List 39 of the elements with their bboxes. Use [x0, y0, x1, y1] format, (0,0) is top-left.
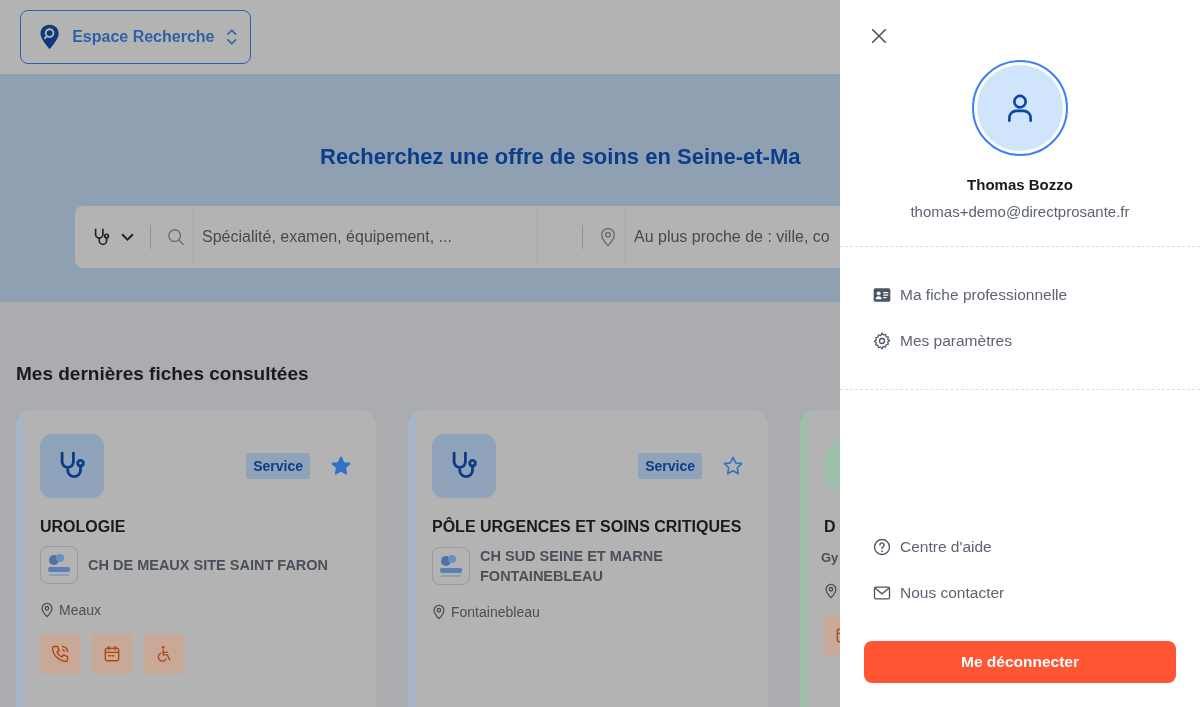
location-pin-icon	[824, 583, 838, 599]
stethoscope-icon	[40, 434, 104, 498]
menu-item[interactable]: Mes paramètres	[872, 331, 1012, 351]
id-card-icon	[872, 285, 892, 305]
location-pin-icon	[599, 227, 617, 247]
logout-button[interactable]: Me déconnecter	[864, 641, 1176, 683]
star-filled-icon[interactable]	[330, 455, 352, 477]
result-card[interactable]: Service PÔLE URGENCES ET SOINS CRITIQUES CH SUD SEINE ET MARNE FONTAINEBLEAU Fontainebleau	[408, 410, 768, 707]
search-icon	[167, 228, 185, 246]
search-bar[interactable]: Spécialité, examen, équipement, ... Au plus proche de : ville, co	[75, 206, 840, 268]
user-name: Thomas Bozzo	[967, 176, 1073, 193]
location-text: Fontainebleau	[451, 604, 540, 620]
card-subtitle: Gy	[821, 550, 840, 565]
category-badge: Service	[246, 453, 310, 479]
section-title: Mes dernières fiches consultées	[16, 362, 310, 386]
user-email: thomas+demo@directprosante.fr	[910, 203, 1130, 220]
facility-name: CH SUD SEINE ET MARNE FONTAINEBLEAU	[480, 547, 664, 586]
banner-title: Recherchez une offre de soins en Seine-et-Ma	[320, 143, 802, 171]
chevron-down-icon	[121, 232, 134, 242]
card-title: UROLOGIE	[40, 518, 127, 536]
category-badge: Service	[638, 453, 702, 479]
menu-item[interactable]: Ma fiche professionnelle	[872, 285, 1068, 305]
facility-name: CH DE MEAUX SITE SAINT FARON	[88, 556, 330, 575]
location-pin-icon	[40, 602, 54, 618]
location-text: Meaux	[59, 602, 102, 618]
card-title: D	[824, 518, 837, 536]
map-pin-search-icon	[39, 24, 61, 50]
stethoscope-icon	[432, 434, 496, 498]
star-outline-icon[interactable]	[722, 455, 744, 477]
menu-item[interactable]: Centre d'aide	[872, 537, 992, 557]
help-icon	[872, 537, 892, 557]
search-field[interactable]: Spécialité, examen, équipement, ...	[193, 206, 538, 268]
result-card[interactable]: Service UROLOGIE CH DE MEAUX SITE SAINT FARON Meaux	[16, 410, 376, 707]
chevrons-icon	[226, 26, 238, 48]
settings-icon	[872, 331, 892, 351]
card-title: PÔLE URGENCES ET SOINS CRITIQUES	[432, 518, 743, 536]
result-card[interactable]: D Gy	[800, 410, 840, 707]
location-pin-icon	[432, 604, 446, 620]
menu-item[interactable]: Nous contacter	[872, 583, 1005, 603]
